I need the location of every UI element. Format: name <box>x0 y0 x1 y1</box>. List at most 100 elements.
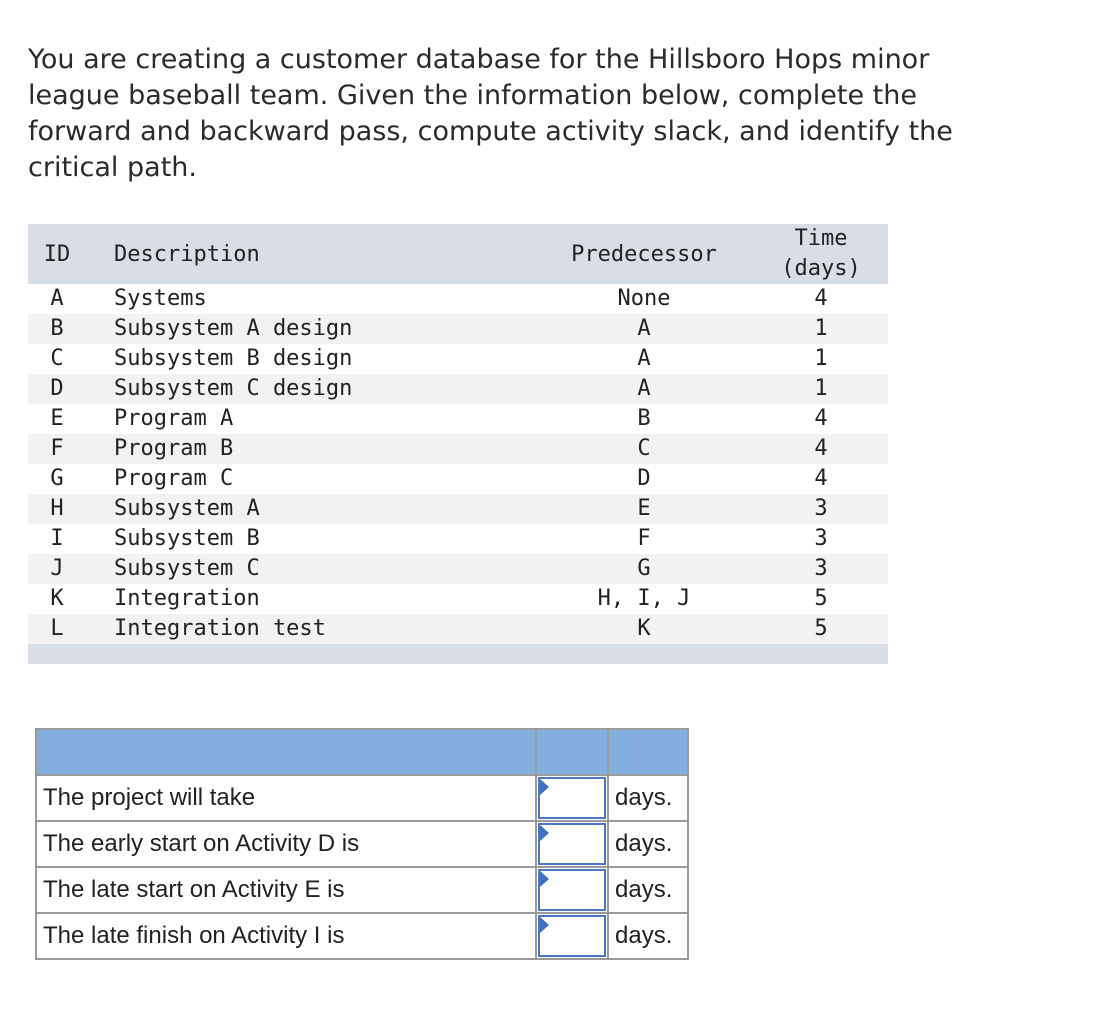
table-row: B Subsystem A design A 1 <box>28 314 888 344</box>
answer-label: The project will take <box>35 774 537 822</box>
cell-time: 4 <box>814 466 828 491</box>
answer-table: The project will take days. The early star… <box>35 728 689 960</box>
cell-description: Subsystem C design <box>114 376 353 401</box>
header-time: Time (days) <box>754 224 888 284</box>
answer-unit: days. <box>607 866 689 914</box>
answer-row: The early start on Activity D is days. <box>35 820 689 868</box>
table-spacer <box>28 644 888 654</box>
cell-predecessor: C <box>637 436 651 461</box>
cell-id: F <box>50 436 64 461</box>
table-row: E Program A B 4 <box>28 404 888 434</box>
cell-time: 1 <box>814 376 828 401</box>
cell-description: Systems <box>114 286 207 311</box>
header-id: ID <box>43 241 71 267</box>
cell-predecessor: A <box>637 316 651 341</box>
answer-label: The late start on Activity E is <box>35 866 537 914</box>
table-footer-bar <box>28 654 888 664</box>
cell-predecessor: H, I, J <box>597 586 691 611</box>
answer-input[interactable] <box>540 825 604 863</box>
cell-time: 4 <box>814 406 828 431</box>
cell-description: Integration test <box>114 616 326 641</box>
cell-time: 1 <box>814 316 828 341</box>
cell-id: J <box>50 556 64 581</box>
answer-header-unit <box>607 728 689 776</box>
answer-label: The early start on Activity D is <box>35 820 537 868</box>
table-row: A Systems None 4 <box>28 284 888 314</box>
header-time-line1: Time <box>794 226 848 251</box>
answer-input-cell <box>535 774 609 822</box>
cell-description: Program A <box>114 406 234 431</box>
table-row: F Program B C 4 <box>28 434 888 464</box>
header-description: Description <box>114 241 260 267</box>
table-row: D Subsystem C design A 1 <box>28 374 888 404</box>
answer-row: The late start on Activity E is days. <box>35 866 689 914</box>
cell-time: 3 <box>814 556 828 581</box>
cell-predecessor: A <box>637 346 651 371</box>
cell-predecessor: G <box>637 556 651 581</box>
input-flag-icon <box>540 871 549 887</box>
header-predecessor: Predecessor <box>571 241 717 267</box>
cell-predecessor: D <box>637 466 651 491</box>
cell-id: A <box>50 286 64 311</box>
cell-description: Subsystem B <box>114 526 260 551</box>
cell-id: C <box>50 346 64 371</box>
cell-predecessor: F <box>637 526 651 551</box>
answer-input-box <box>538 915 606 957</box>
cell-id: G <box>50 466 64 491</box>
cell-time: 4 <box>814 286 828 311</box>
answer-input-box <box>538 823 606 865</box>
table-row: L Integration test K 5 <box>28 614 888 644</box>
cell-time: 1 <box>814 346 828 371</box>
table-row: H Subsystem A E 3 <box>28 494 888 524</box>
input-flag-icon <box>540 825 549 841</box>
answer-input-box <box>538 869 606 911</box>
answer-unit: days. <box>607 774 689 822</box>
cell-description: Subsystem A <box>114 496 260 521</box>
answer-input-box <box>538 777 606 819</box>
cell-id: K <box>50 586 64 611</box>
answer-input-cell <box>535 820 609 868</box>
cell-id: B <box>50 316 64 341</box>
answer-input-cell <box>535 912 609 960</box>
input-flag-icon <box>540 917 549 933</box>
answer-row: The late finish on Activity I is days. <box>35 912 689 960</box>
cell-description: Subsystem A design <box>114 316 353 341</box>
cell-description: Subsystem B design <box>114 346 353 371</box>
answer-unit: days. <box>607 912 689 960</box>
activity-table: ID Description Predecessor Time (days) A… <box>28 224 888 664</box>
header-time-line2: (days) <box>781 256 861 281</box>
cell-predecessor: None <box>617 286 671 311</box>
cell-time: 5 <box>814 586 828 611</box>
table-row: I Subsystem B F 3 <box>28 524 888 554</box>
table-row: G Program C D 4 <box>28 464 888 494</box>
cell-predecessor: K <box>637 616 651 641</box>
cell-id: D <box>50 376 64 401</box>
cell-predecessor: E <box>637 496 651 521</box>
answer-input[interactable] <box>540 917 604 955</box>
answer-table-header <box>35 728 689 776</box>
cell-description: Program C <box>114 466 234 491</box>
cell-time: 3 <box>814 526 828 551</box>
answer-input[interactable] <box>540 779 604 817</box>
answer-label: The late finish on Activity I is <box>35 912 537 960</box>
cell-description: Subsystem C <box>114 556 260 581</box>
cell-id: H <box>50 496 64 521</box>
activity-table-header: ID Description Predecessor Time (days) <box>28 224 888 284</box>
answer-input-cell <box>535 866 609 914</box>
question-text: You are creating a customer database for… <box>28 44 953 183</box>
input-flag-icon <box>540 779 549 795</box>
table-row: C Subsystem B design A 1 <box>28 344 888 374</box>
cell-id: E <box>50 406 64 431</box>
table-row: J Subsystem C G 3 <box>28 554 888 584</box>
cell-id: I <box>50 526 64 551</box>
cell-id: L <box>50 616 64 641</box>
cell-predecessor: B <box>637 406 651 431</box>
cell-description: Program B <box>114 436 234 461</box>
cell-time: 3 <box>814 496 828 521</box>
cell-predecessor: A <box>637 376 651 401</box>
cell-time: 4 <box>814 436 828 461</box>
answer-input[interactable] <box>540 871 604 909</box>
cell-description: Integration <box>114 586 260 611</box>
answer-row: The project will take days. <box>35 774 689 822</box>
cell-time: 5 <box>814 616 828 641</box>
